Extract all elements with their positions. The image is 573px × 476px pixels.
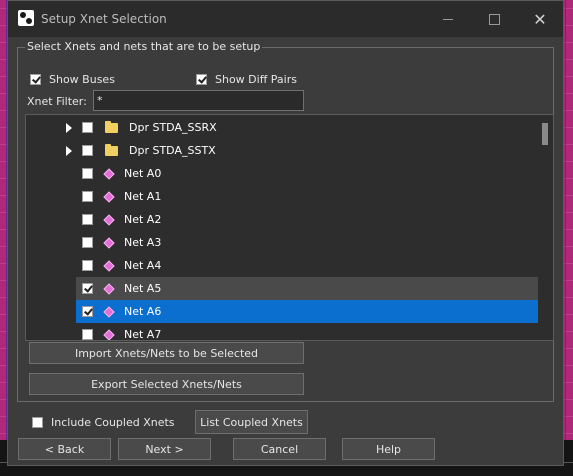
app-logo-icon xyxy=(18,10,34,26)
tree-item-bus[interactable]: Dpr STDA_SSTX xyxy=(26,139,538,162)
back-button[interactable]: < Back xyxy=(18,438,111,460)
title-bar: Setup Xnet Selection ✕ xyxy=(8,1,563,37)
tree-item-checkbox[interactable] xyxy=(82,283,93,294)
export-button[interactable]: Export Selected Xnets/Nets xyxy=(29,373,304,395)
tree-item-checkbox[interactable] xyxy=(82,237,93,248)
net-diamond-icon xyxy=(103,213,115,226)
close-button[interactable]: ✕ xyxy=(517,1,563,37)
include-coupled-label: Include Coupled Xnets xyxy=(51,416,175,429)
show-diff-pairs-option[interactable]: Show Diff Pairs xyxy=(196,73,297,86)
tree-item-checkbox[interactable] xyxy=(82,122,93,133)
tree-item-label: Net A5 xyxy=(124,282,162,295)
xnet-filter-label: Xnet Filter: xyxy=(27,95,87,108)
tree-item-checkbox[interactable] xyxy=(82,306,93,317)
tree-scrollbar[interactable] xyxy=(538,115,553,340)
tree-item-checkbox[interactable] xyxy=(82,191,93,202)
folder-icon xyxy=(105,120,118,133)
tree-item-label: Net A2 xyxy=(124,213,162,226)
tree-item-checkbox[interactable] xyxy=(82,329,93,340)
net-diamond-icon xyxy=(103,259,115,272)
xnet-filter-input[interactable] xyxy=(93,90,304,111)
net-diamond-icon xyxy=(103,282,115,295)
tree-item-net[interactable]: Net A0 xyxy=(26,162,538,185)
tree-item-label: Net A4 xyxy=(124,259,162,272)
tree-item-label: Net A6 xyxy=(124,305,162,318)
folder-icon xyxy=(105,143,118,156)
expand-arrow-icon[interactable] xyxy=(66,123,72,133)
tree-item-net[interactable]: Net A7 xyxy=(26,323,538,341)
tree-item-checkbox[interactable] xyxy=(82,214,93,225)
tree-item-label: Net A7 xyxy=(124,328,162,341)
cancel-button[interactable]: Cancel xyxy=(233,438,326,460)
tree-item-net[interactable]: Net A4 xyxy=(26,254,538,277)
help-button[interactable]: Help xyxy=(342,438,435,460)
show-buses-label: Show Buses xyxy=(49,73,115,86)
include-coupled-checkbox[interactable] xyxy=(32,417,43,428)
expand-arrow-icon[interactable] xyxy=(66,146,72,156)
tree-item-net[interactable]: Net A5 xyxy=(26,277,538,300)
minimize-button[interactable] xyxy=(425,1,471,37)
maximize-button[interactable] xyxy=(471,1,517,37)
tree-item-net[interactable]: Net A3 xyxy=(26,231,538,254)
tree-item-checkbox[interactable] xyxy=(82,145,93,156)
close-icon: ✕ xyxy=(533,9,547,29)
net-diamond-icon xyxy=(103,167,115,180)
tree-item-label: Net A0 xyxy=(124,167,162,180)
tree-item-label: Dpr STDA_SSRX xyxy=(129,121,217,134)
tree-item-checkbox[interactable] xyxy=(82,168,93,179)
tree-item-net[interactable]: Net A2 xyxy=(26,208,538,231)
minimize-icon xyxy=(443,18,453,20)
import-button[interactable]: Import Xnets/Nets to be Selected xyxy=(29,342,304,364)
include-coupled-option[interactable]: Include Coupled Xnets xyxy=(32,416,175,429)
tree-item-label: Net A3 xyxy=(124,236,162,249)
next-button[interactable]: Next > xyxy=(118,438,211,460)
net-diamond-icon xyxy=(103,190,115,203)
show-diff-pairs-checkbox[interactable] xyxy=(196,74,207,85)
tree-item-bus[interactable]: Dpr STDA_SSRX xyxy=(26,116,538,139)
scrollbar-thumb[interactable] xyxy=(542,123,548,145)
list-coupled-button[interactable]: List Coupled Xnets xyxy=(195,410,308,434)
net-diamond-icon xyxy=(103,236,115,249)
tree-item-checkbox[interactable] xyxy=(82,260,93,271)
net-diamond-icon xyxy=(103,305,115,318)
tree-item-label: Dpr STDA_SSTX xyxy=(129,144,216,157)
tree-item-net[interactable]: Net A6 xyxy=(26,300,538,323)
show-buses-checkbox[interactable] xyxy=(30,74,41,85)
show-buses-option[interactable]: Show Buses xyxy=(30,73,115,86)
xnet-tree[interactable]: Dpr STDA_SSRX Dpr STDA_SSTX Net A0 Net A1 Ne… xyxy=(25,114,554,341)
net-diamond-icon xyxy=(103,328,115,340)
group-legend: Select Xnets and nets that are to be set… xyxy=(25,40,263,53)
setup-xnet-dialog: Setup Xnet Selection ✕ Select Xnets and … xyxy=(7,0,564,466)
tree-item-label: Net A1 xyxy=(124,190,162,203)
maximize-icon xyxy=(488,13,500,25)
tree-item-net[interactable]: Net A1 xyxy=(26,185,538,208)
window-title: Setup Xnet Selection xyxy=(41,12,167,26)
show-diff-pairs-label: Show Diff Pairs xyxy=(215,73,297,86)
